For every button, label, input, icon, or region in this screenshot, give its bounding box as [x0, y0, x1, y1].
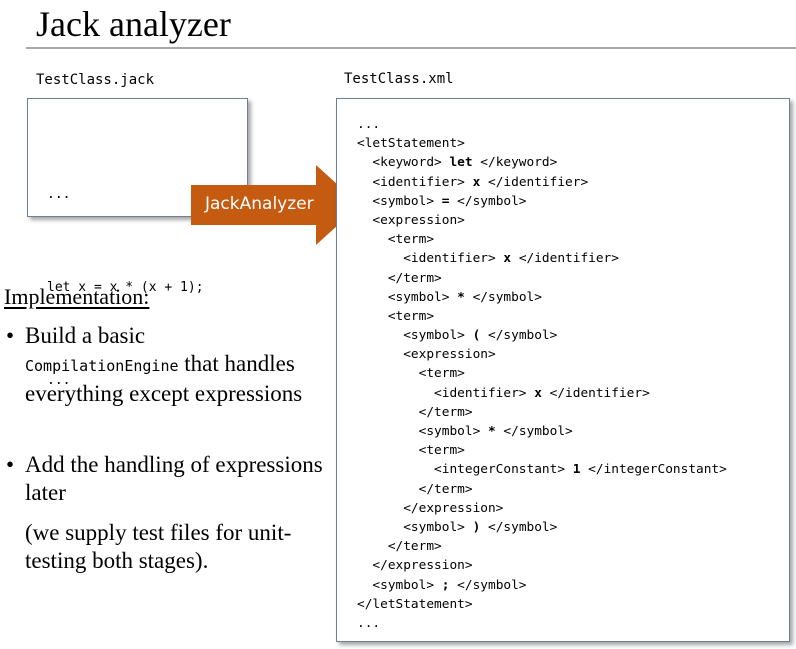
bullet-text: Add the handling of expressions later — [25, 452, 323, 505]
source-filename: TestClass.jack — [36, 72, 155, 88]
xml-line-text: </term> — [357, 404, 473, 420]
xml-line: <identifier> x </identifier> — [357, 249, 789, 268]
xml-line: <symbol> = </symbol> — [357, 192, 789, 211]
xml-line: <symbol> ; </symbol> — [357, 576, 789, 595]
xml-line-text: <term> — [357, 443, 465, 459]
xml-line-text: <letStatement> — [357, 136, 465, 152]
xml-line: <symbol> * </symbol> — [357, 288, 789, 307]
xml-line-text: </symbol> — [480, 328, 558, 344]
bullet-text-before: Build a basic — [25, 323, 146, 348]
xml-line: ... — [357, 614, 789, 633]
xml-line-text: </symbol> — [495, 424, 573, 439]
xml-line-text: <integerConstant> — [357, 462, 573, 478]
xml-line-text: </keyword> — [472, 155, 558, 171]
xml-line: </term> — [357, 537, 789, 556]
xml-line-text: </identifier> — [480, 174, 589, 190]
xml-line-text: <symbol> — [357, 519, 473, 535]
xml-line: <symbol> * </symbol> — [357, 422, 789, 441]
xml-line: <symbol> ( </symbol> — [357, 326, 789, 345]
xml-line: </term> — [357, 403, 789, 422]
xml-token-value: let — [449, 155, 473, 171]
xml-line-text: <symbol> — [357, 424, 488, 439]
title-divider — [26, 47, 796, 49]
xml-line-text: <term> — [357, 366, 465, 382]
xml-line-text: <identifier> — [357, 385, 535, 401]
xml-line-text: </term> — [357, 481, 473, 497]
xml-line-text: <symbol> — [357, 328, 473, 344]
test-files-note: (we supply test files for unit-testing b… — [25, 520, 292, 573]
xml-line-text: </expression> — [357, 500, 504, 516]
xml-line-text: </symbol> — [449, 577, 527, 593]
arrow-label: JackAnalyzer — [205, 194, 314, 214]
xml-line-text: </integerConstant> — [580, 462, 727, 478]
xml-line: <term> — [357, 230, 789, 249]
xml-line: <symbol> ) </symbol> — [357, 518, 789, 537]
xml-line: <identifier> x </identifier> — [357, 384, 789, 403]
xml-line-text: <identifier> — [357, 174, 473, 190]
bullet-marker: • — [6, 323, 15, 348]
xml-line-text: <term> — [357, 308, 435, 324]
xml-line-text: <symbol> — [357, 577, 442, 593]
xml-token-value: * — [487, 424, 496, 439]
xml-token-value: x — [503, 251, 512, 267]
xml-line-text: <expression> — [357, 212, 465, 228]
bullet-text: Build a basic CompilationEngine that hand… — [25, 322, 325, 408]
xml-line-text: <keyword> — [357, 155, 450, 171]
xml-line-text: </identifier> — [511, 251, 619, 267]
xml-line-text: <term> — [357, 232, 435, 248]
xml-line-text: <symbol> — [357, 193, 442, 209]
xml-line-text: <symbol> — [357, 289, 458, 305]
xml-line-text: </symbol> — [480, 519, 558, 535]
xml-line: </expression> — [357, 556, 789, 575]
xml-line: <keyword> let </keyword> — [357, 153, 789, 172]
compilation-engine-code: CompilationEngine — [25, 357, 179, 375]
xml-line-text: </term> — [357, 270, 442, 286]
output-xml-box: ... <letStatement> <keyword> let </keywor… — [336, 98, 790, 642]
xml-line: </term> — [357, 480, 789, 499]
xml-token-value: x — [534, 385, 542, 401]
slide-title: Jack analyzer — [36, 4, 231, 44]
slide: Jack analyzer TestClass.jack TestClass.x… — [0, 0, 796, 649]
xml-line: <term> — [357, 441, 789, 460]
implementation-heading: Implementation: — [4, 284, 150, 309]
xml-line: ... — [357, 115, 789, 134]
xml-line-text: </expression> — [357, 558, 473, 574]
xml-line-text: ... — [357, 117, 381, 132]
xml-line-text: </symbol> — [449, 193, 527, 209]
bullet-marker: • — [6, 452, 15, 477]
xml-line-text: </letStatement> — [357, 596, 473, 612]
xml-line-text: </symbol> — [464, 289, 542, 305]
xml-line: </expression> — [357, 499, 789, 518]
xml-line: </term> — [357, 269, 789, 288]
xml-line: <term> — [357, 307, 789, 326]
xml-line: <term> — [357, 364, 789, 383]
xml-line-text: </identifier> — [541, 385, 650, 401]
xml-token-value: * — [457, 289, 465, 305]
xml-line: <integerConstant> 1 </integerConstant> — [357, 460, 789, 479]
xml-line: <expression> — [357, 345, 789, 364]
output-filename: TestClass.xml — [344, 71, 454, 87]
xml-line: <expression> — [357, 211, 789, 230]
xml-line-text: </term> — [357, 539, 442, 555]
xml-line: <letStatement> — [357, 134, 789, 153]
xml-line: <identifier> x </identifier> — [357, 173, 789, 192]
xml-line-text: ... — [357, 615, 381, 631]
xml-line-text: <identifier> — [357, 251, 504, 267]
xml-line: </letStatement> — [357, 595, 789, 614]
xml-line-text: <expression> — [357, 347, 496, 363]
